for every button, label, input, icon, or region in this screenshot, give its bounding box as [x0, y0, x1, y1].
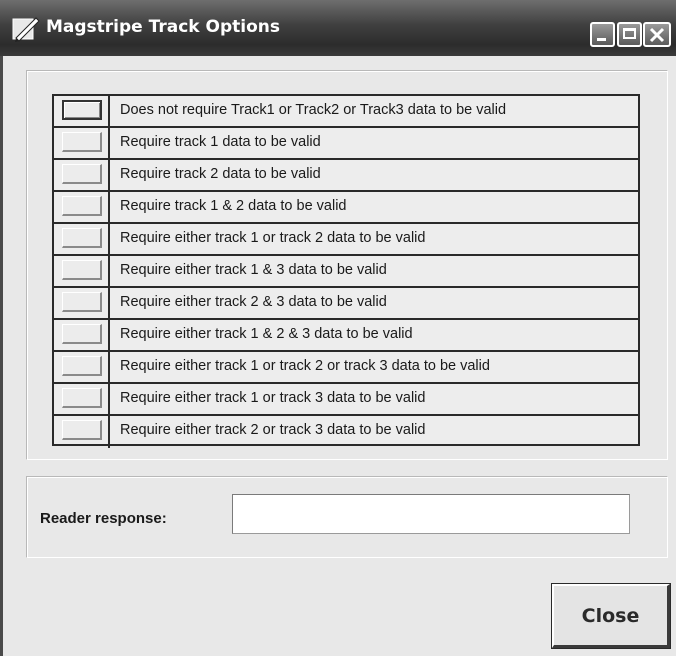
reader-response-label: Reader response:: [40, 510, 167, 527]
option-label: Require track 2 data to be valid: [120, 166, 321, 182]
title-bar[interactable]: Magstripe Track Options: [0, 0, 676, 56]
option-row: Require either track 1 or track 2 or tra…: [54, 352, 638, 384]
option-select-button[interactable]: [62, 260, 102, 280]
option-label: Does not require Track1 or Track2 or Tra…: [120, 102, 507, 118]
maximize-icon: [623, 28, 636, 39]
option-row: Require either track 1 & 3 data to be va…: [54, 256, 638, 288]
option-select-button[interactable]: [62, 228, 102, 248]
option-label: Require either track 1 & 3 data to be va…: [120, 262, 387, 278]
reader-response-field[interactable]: [232, 494, 630, 534]
option-select-button[interactable]: [62, 292, 102, 312]
column-divider: [108, 320, 110, 350]
column-divider: [108, 192, 110, 222]
option-row: Require either track 1 & 2 & 3 data to b…: [54, 320, 638, 352]
close-window-button[interactable]: [643, 22, 671, 47]
option-label: Require either track 2 & 3 data to be va…: [120, 294, 387, 310]
option-row: Require either track 1 or track 3 data t…: [54, 384, 638, 416]
column-divider: [108, 352, 110, 382]
option-select-button[interactable]: [62, 388, 102, 408]
dialog-window: Magstripe Track Options Does not require…: [0, 0, 676, 656]
option-label: Require either track 2 or track 3 data t…: [120, 422, 426, 438]
option-select-button[interactable]: [62, 196, 102, 216]
option-label: Require either track 1 & 2 & 3 data to b…: [120, 326, 413, 342]
column-divider: [108, 160, 110, 190]
option-label: Require track 1 & 2 data to be valid: [120, 198, 347, 214]
close-icon: [649, 27, 665, 43]
option-select-button[interactable]: [62, 356, 102, 376]
option-row: Does not require Track1 or Track2 or Tra…: [54, 96, 638, 128]
minimize-button[interactable]: [590, 22, 615, 47]
option-select-button[interactable]: [62, 100, 102, 120]
option-select-button[interactable]: [62, 164, 102, 184]
option-select-button[interactable]: [62, 324, 102, 344]
option-select-button[interactable]: [62, 132, 102, 152]
window-title: Magstripe Track Options: [46, 17, 280, 37]
option-row: Require either track 2 & 3 data to be va…: [54, 288, 638, 320]
column-divider: [108, 288, 110, 318]
option-label: Require either track 1 or track 2 or tra…: [120, 358, 490, 374]
close-button[interactable]: Close: [551, 583, 671, 649]
window-border: [0, 56, 3, 656]
option-row: Require track 2 data to be valid: [54, 160, 638, 192]
maximize-button[interactable]: [617, 22, 642, 47]
option-row: Require either track 1 or track 2 data t…: [54, 224, 638, 256]
option-row: Require track 1 & 2 data to be valid: [54, 192, 638, 224]
option-label: Require either track 1 or track 2 data t…: [120, 230, 426, 246]
column-divider: [108, 416, 110, 448]
track-options-table: Does not require Track1 or Track2 or Tra…: [52, 94, 640, 448]
column-divider: [108, 96, 110, 126]
option-label: Require either track 1 or track 3 data t…: [120, 390, 426, 406]
column-divider: [108, 128, 110, 158]
column-divider: [108, 256, 110, 286]
column-divider: [108, 384, 110, 414]
option-row: Require either track 2 or track 3 data t…: [54, 416, 638, 448]
option-label: Require track 1 data to be valid: [120, 134, 321, 150]
minimize-icon: [597, 38, 606, 41]
option-row: Require track 1 data to be valid: [54, 128, 638, 160]
option-select-button[interactable]: [62, 420, 102, 440]
column-divider: [108, 224, 110, 254]
pencil-icon: [12, 16, 40, 42]
